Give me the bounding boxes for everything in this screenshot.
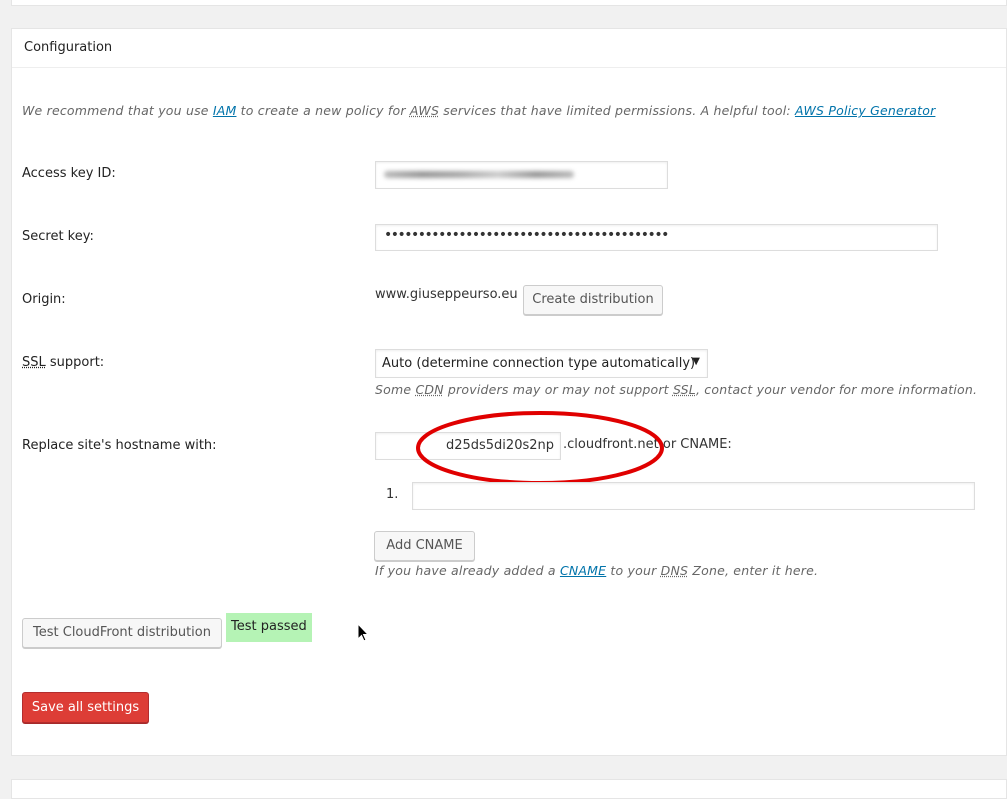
notice-text: to create a new policy for (236, 103, 410, 118)
secret-key-field[interactable]: ••••••••••••••••••••••••••••••••••••••••… (375, 224, 938, 251)
chevron-down-icon: ▼ (692, 356, 700, 367)
cname-field[interactable] (412, 482, 975, 510)
add-cname-button[interactable]: Add CNAME (374, 531, 475, 561)
hint-text: providers may or may not support (443, 382, 673, 397)
next-panel (11, 779, 1007, 799)
or-cname-text: or CNAME: (658, 437, 732, 452)
dns-abbr: DNS (660, 563, 689, 578)
hint-text: to your (606, 563, 661, 578)
ssl-abbr: SSL (22, 355, 46, 370)
panel-title: Configuration (12, 29, 1006, 68)
redacted-value (384, 171, 574, 178)
cname-index: 1. (386, 487, 399, 502)
origin-value: www.giuseppeurso.eu (375, 287, 518, 302)
aws-policy-generator-link[interactable]: AWS Policy Generator (795, 103, 935, 118)
red-ellipse-annotation (416, 411, 664, 485)
highlight-ellipse (416, 411, 664, 485)
hint-text: , contact your vendor for more informati… (695, 382, 978, 397)
test-result-badge: Test passed (226, 613, 312, 642)
mouse-cursor-icon (357, 623, 369, 642)
ssl-hint: Some CDN providers may or may not suppor… (375, 382, 977, 397)
secret-key-label: Secret key: (22, 229, 94, 244)
hint-text: Zone, enter it here. (688, 563, 819, 578)
ssl-support-select[interactable]: Auto (determine connection type automati… (375, 349, 708, 378)
ssl-selected-value: Auto (determine connection type automati… (382, 356, 696, 371)
cdn-abbr: CDN (415, 382, 444, 397)
cname-link[interactable]: CNAME (560, 563, 606, 578)
iam-notice: We recommend that you use IAM to create … (22, 103, 935, 118)
notice-text: services that have limited permissions. … (439, 103, 795, 118)
iam-link[interactable]: IAM (213, 103, 237, 118)
hint-text: If you have already added a (375, 563, 560, 578)
secret-key-value: ••••••••••••••••••••••••••••••••••••••••… (384, 227, 669, 243)
hint-text: Some (375, 382, 416, 397)
test-cloudfront-button[interactable]: Test CloudFront distribution (22, 618, 222, 648)
save-all-settings-button[interactable]: Save all settings (22, 692, 149, 723)
access-key-label: Access key ID: (22, 166, 116, 181)
cname-hint: If you have already added a CNAME to you… (375, 563, 818, 578)
create-distribution-button[interactable]: Create distribution (523, 285, 663, 315)
ssl-label-text: support: (45, 355, 105, 370)
previous-panel (11, 0, 1007, 6)
access-key-field[interactable] (375, 161, 668, 189)
origin-label: Origin: (22, 292, 66, 307)
ssl-abbr: SSL (672, 382, 696, 397)
ssl-support-label: SSL support: (22, 355, 104, 370)
aws-abbr: AWS (409, 103, 440, 118)
notice-text: We recommend that you use (22, 103, 213, 118)
hostname-label: Replace site's hostname with: (22, 438, 217, 453)
